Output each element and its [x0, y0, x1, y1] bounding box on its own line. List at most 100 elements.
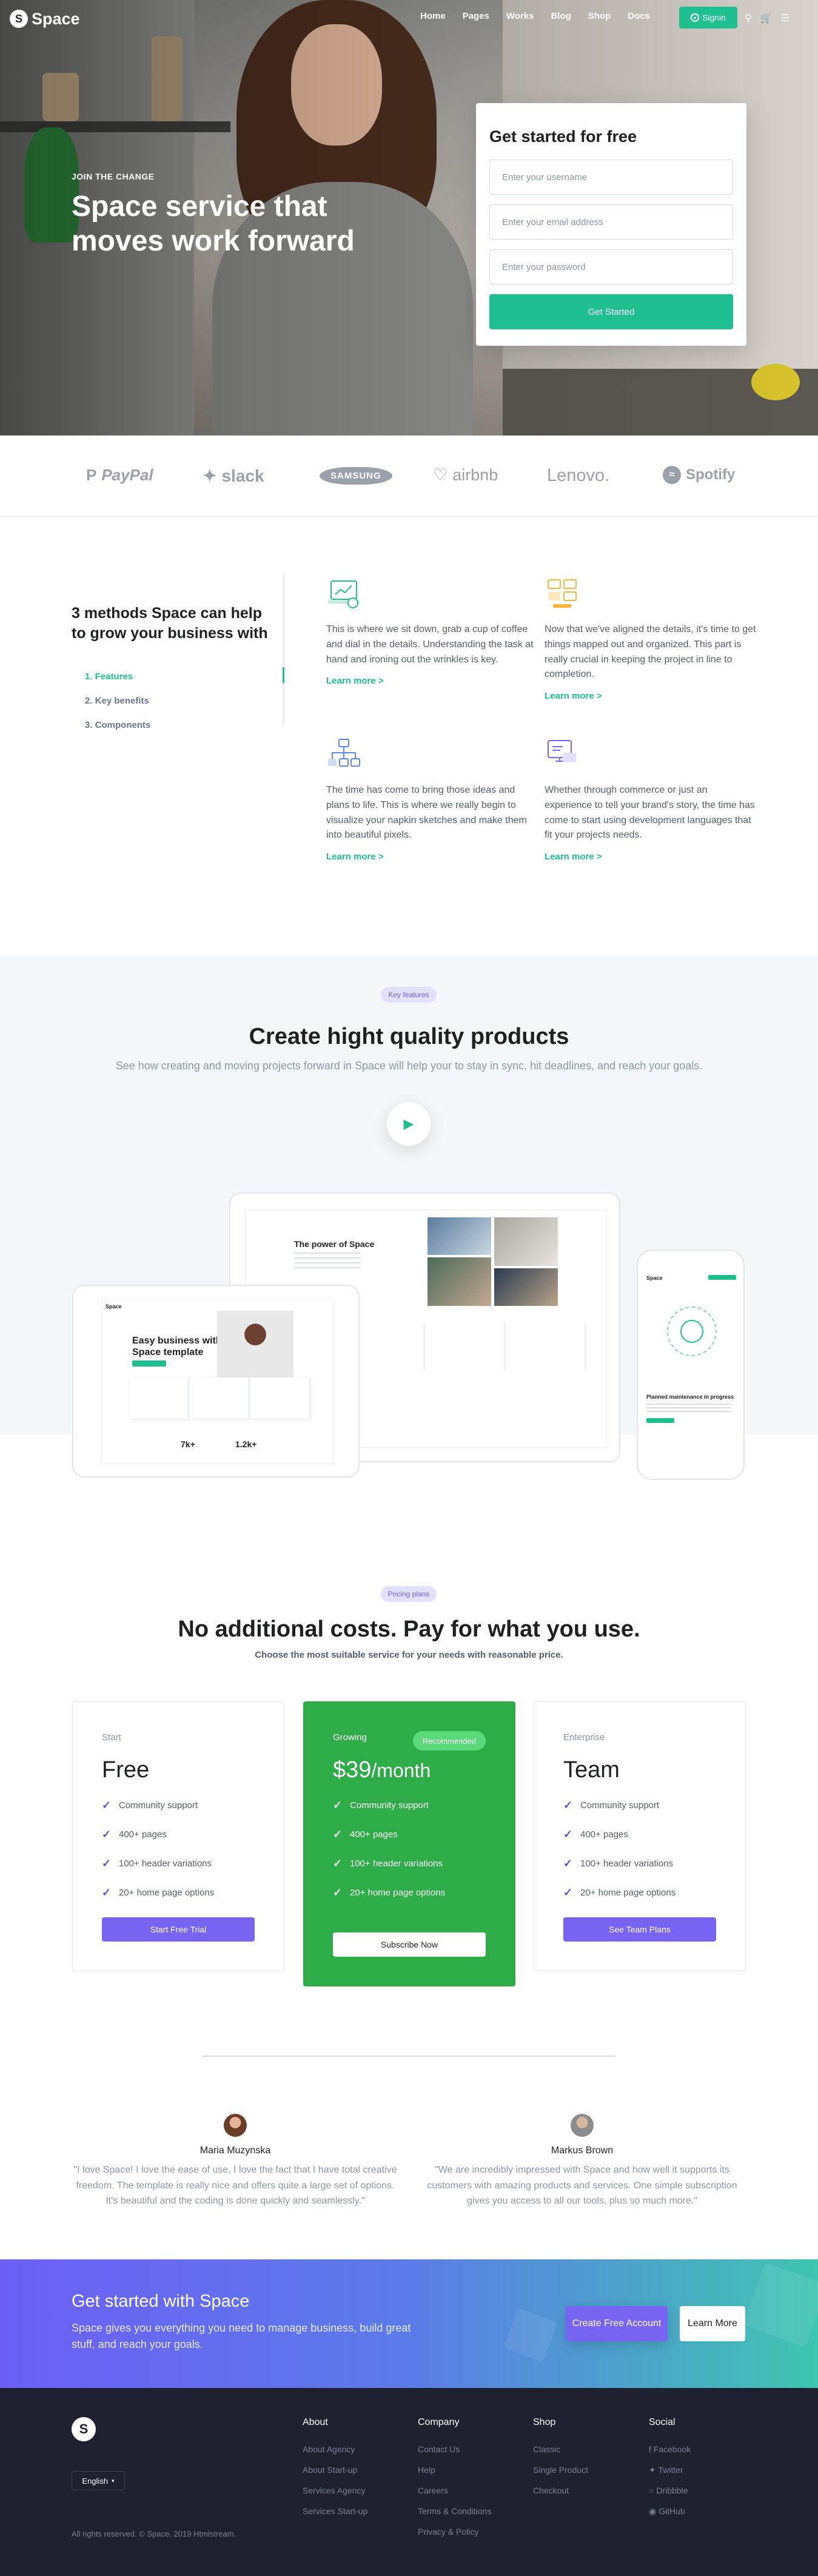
sitemap-icon — [326, 737, 361, 772]
learn-more-link[interactable]: Learn more > — [545, 852, 757, 862]
navbar: S Space Home Pages Works Blog Shop Docs … — [0, 0, 818, 38]
check-icon: ✓ — [333, 1886, 343, 1898]
learn-more-button[interactable]: Learn More — [680, 2306, 745, 2341]
hero-title-line2: moves work forward — [72, 224, 355, 257]
language-select[interactable]: English ▾ — [72, 2471, 125, 2490]
learn-more-link[interactable]: Learn more > — [326, 676, 538, 686]
brand-logo[interactable]: S Space — [10, 10, 80, 29]
username-placeholder: Enter your username — [502, 172, 588, 183]
footer-link[interactable]: Careers — [418, 2480, 491, 2501]
footer-column-title: Company — [418, 2417, 460, 2427]
tablet-photo — [217, 1311, 293, 1379]
footer-link[interactable]: Services Agency — [303, 2480, 367, 2501]
cta-decoration — [503, 2308, 558, 2362]
check-icon: ✓ — [102, 1857, 112, 1869]
check-icon: ✓ — [333, 1798, 343, 1811]
cart-icon[interactable]: 🛒 — [760, 12, 773, 24]
menu-icon[interactable]: ☰ — [781, 12, 790, 24]
twitter-link[interactable]: ✦ Twitter — [649, 2460, 691, 2480]
facebook-link[interactable]: f Facebook — [649, 2439, 691, 2460]
footer-link[interactable]: Contact Us — [418, 2439, 491, 2460]
plan-feature-label: 100+ header variations — [580, 1858, 674, 1869]
email-field[interactable]: Enter your email address — [489, 204, 733, 240]
footer-link[interactable]: Single Product — [533, 2460, 588, 2480]
dribbble-label: Dribbble — [656, 2486, 688, 2495]
facebook-icon: f — [649, 2444, 654, 2454]
features-nav-item-components[interactable]: 3. Components — [72, 713, 285, 737]
tablet-heading: Easy business with Space template — [132, 1335, 222, 1358]
password-field[interactable]: Enter your password — [489, 249, 733, 284]
footer-link[interactable]: Help — [418, 2460, 491, 2480]
dribbble-link[interactable]: ○ Dribbble — [649, 2480, 691, 2501]
testimonial: Maria Muzynska "I love Space! I love the… — [72, 2114, 399, 2209]
desktop-mock-title: The power of Space — [294, 1239, 375, 1249]
plan-price-period: /month — [371, 1760, 431, 1781]
plan-feature-label: 400+ pages — [119, 1829, 167, 1840]
footer-link[interactable]: Terms & Conditions — [418, 2501, 491, 2521]
footer-column-title: Shop — [533, 2417, 556, 2427]
phone-mockup: Space Planned maintenance in progress — [637, 1249, 745, 1480]
see-team-plans-button[interactable]: See Team Plans — [563, 1917, 716, 1942]
signin-button[interactable]: ● Signin — [679, 7, 737, 29]
tablet-stat-1: 7k+ — [181, 1439, 195, 1449]
language-value: English — [82, 2476, 109, 2486]
features-nav-item-benefits[interactable]: 2. Key benefits — [72, 688, 285, 713]
get-started-button[interactable]: Get Started — [489, 294, 733, 329]
phone-text — [646, 1404, 731, 1412]
features-nav-item-features[interactable]: 1. Features — [72, 664, 285, 688]
key-features-title: Create hight quality products — [249, 1024, 569, 1049]
github-label: GitHub — [659, 2506, 685, 2516]
play-video-button[interactable]: ▶ — [387, 1102, 431, 1146]
twitter-label: Twitter — [658, 2465, 683, 2475]
nav-item-blog[interactable]: Blog — [551, 11, 571, 21]
nav-item-shop[interactable]: Shop — [588, 11, 611, 21]
slack-logo: ✦ slack — [203, 466, 264, 486]
features-active-indicator — [283, 667, 284, 683]
brand-mark: S — [10, 10, 28, 28]
phone-caption: Planned maintenance in progress — [646, 1394, 734, 1400]
testimonial-quote: "I love Space! I love the ease of use, I… — [73, 2165, 397, 2207]
paypal-icon: P — [86, 466, 97, 484]
chevron-down-icon: ▾ — [112, 2477, 115, 2484]
pricing-title: No additional costs. Pay for what you us… — [178, 1616, 640, 1642]
plan-feature: ✓ 100+ header variations — [333, 1849, 486, 1878]
create-free-account-button[interactable]: Create Free Account — [566, 2306, 668, 2341]
search-icon[interactable]: ⚲ — [745, 12, 752, 24]
nav-item-home[interactable]: Home — [420, 11, 446, 21]
feature-card: Now that we've aligned the details, it's… — [545, 576, 757, 701]
samsung-logo-text: SAMSUNG — [320, 467, 392, 485]
footer-link[interactable]: Privacy & Policy — [418, 2521, 491, 2542]
spotify-logo: ≈ Spotify — [663, 466, 735, 484]
nav-item-pages[interactable]: Pages — [463, 11, 489, 21]
password-placeholder: Enter your password — [502, 261, 586, 272]
github-link[interactable]: ◉ GitHub — [649, 2501, 691, 2521]
start-free-trial-button[interactable]: Start Free Trial — [102, 1917, 255, 1942]
slack-logo-text: slack — [221, 466, 264, 485]
footer-link[interactable]: About Start-up — [303, 2460, 367, 2480]
airbnb-logo-text: airbnb — [452, 466, 498, 484]
lenovo-logo-text: Lenovo. — [547, 466, 610, 485]
nav-item-docs[interactable]: Docs — [628, 11, 650, 21]
signin-label: Signin — [702, 13, 726, 22]
nav-item-works[interactable]: Works — [506, 11, 534, 21]
plan-feature: ✓ 400+ pages — [333, 1820, 486, 1849]
tablet-feature-grid — [129, 1377, 311, 1419]
phone-button — [646, 1418, 674, 1423]
subscribe-now-button[interactable]: Subscribe Now — [333, 1932, 486, 1957]
footer-logo[interactable]: S — [72, 2417, 96, 2441]
samsung-logo: SAMSUNG — [320, 467, 392, 485]
footer-link[interactable]: Services Start-up — [303, 2501, 367, 2521]
footer-link[interactable]: About Agency — [303, 2439, 367, 2460]
plan-feature-label: Community support — [350, 1800, 429, 1811]
phone-illustration-ring — [680, 1320, 703, 1343]
ui-blocks-icon — [545, 576, 580, 611]
learn-more-link[interactable]: Learn more > — [326, 852, 538, 862]
plan-feature-label: 20+ home page options — [350, 1887, 446, 1898]
footer-link[interactable]: Checkout — [533, 2480, 588, 2501]
learn-more-link[interactable]: Learn more > — [545, 691, 757, 701]
footer-link[interactable]: Classic — [533, 2439, 588, 2460]
feature-text: Whether through commerce or just an expe… — [545, 785, 755, 841]
username-field[interactable]: Enter your username — [489, 160, 733, 195]
footer-column-about: About About Agency About Start-up Servic… — [303, 2417, 367, 2521]
plan-feature-label: Community support — [580, 1800, 660, 1811]
